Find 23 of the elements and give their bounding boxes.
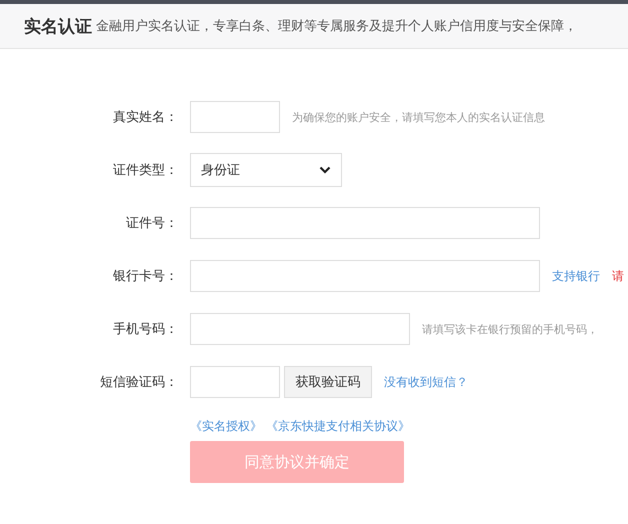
input-field[interactable] — [190, 366, 280, 398]
input-field[interactable] — [190, 313, 410, 345]
page-subtitle: 金融用户实名认证，专享白条、理财等专属服务及提升个人账户信用度与安全保障， — [96, 18, 577, 35]
page-title: 实名认证 — [24, 16, 92, 38]
select-field[interactable]: 身份证 — [190, 153, 342, 187]
agreement-link[interactable]: 《实名授权》 — [190, 418, 262, 435]
warning-text: 请 — [612, 268, 624, 284]
field-label: 真实姓名： — [112, 109, 178, 126]
get-code-button[interactable]: 获取验证码 — [284, 366, 372, 398]
input-field[interactable] — [190, 207, 540, 239]
hint-text: 请填写该卡在银行预留的手机号码， — [422, 322, 598, 336]
field-label: 证件号： — [125, 215, 178, 232]
input-field[interactable] — [190, 260, 540, 292]
input-field[interactable] — [190, 101, 280, 133]
agreement-link[interactable]: 《京东快捷支付相关协议》 — [266, 418, 410, 435]
field-label: 手机号码： — [112, 321, 178, 338]
hint-text: 为确保您的账户安全，请填写您本人的实名认证信息 — [292, 110, 545, 124]
field-label: 证件类型： — [112, 162, 178, 179]
help-link[interactable]: 支持银行 — [552, 268, 600, 284]
help-link[interactable]: 没有收到短信？ — [384, 374, 468, 390]
chevron-down-icon — [319, 166, 331, 174]
field-label: 短信验证码： — [99, 374, 178, 391]
field-label: 银行卡号： — [112, 268, 178, 285]
